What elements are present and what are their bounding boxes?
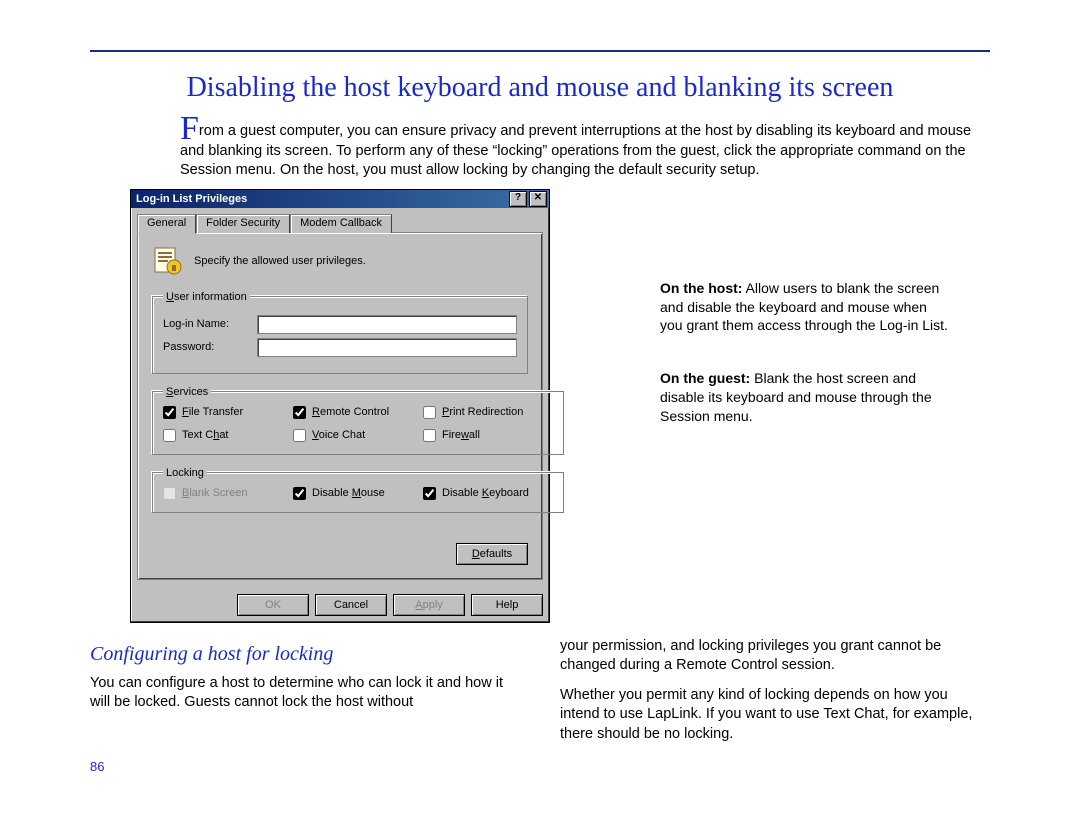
ok-button[interactable]: OK xyxy=(237,594,309,616)
horizontal-rule xyxy=(90,50,990,52)
locking-disable-mouse-checkbox[interactable] xyxy=(293,487,306,500)
tab-folder-security[interactable]: Folder Security xyxy=(196,214,290,233)
password-label: Password: xyxy=(163,341,251,353)
cancel-button[interactable]: Cancel xyxy=(315,594,387,616)
titlebar-text: Log-in List Privileges xyxy=(133,193,247,205)
service-firewall-label: Firewall xyxy=(442,429,480,441)
service-print-redirection-checkbox[interactable] xyxy=(423,406,436,419)
login-list-privileges-dialog: Log-in List Privileges ? ✕ General Folde… xyxy=(130,189,550,623)
service-voice-chat-checkbox[interactable] xyxy=(293,429,306,442)
help-button-bottom[interactable]: Help xyxy=(471,594,543,616)
user-information-group: User information Log-in Name: Password: xyxy=(152,291,528,374)
tab-panel: Specify the allowed user privileges. Use… xyxy=(137,232,543,580)
locking-blank-screen: Blank Screen xyxy=(163,487,293,500)
col-right-p2: Whether you permit any kind of locking d… xyxy=(560,686,990,745)
locking-disable-keyboard-checkbox[interactable] xyxy=(423,487,436,500)
password-input[interactable] xyxy=(257,338,517,357)
defaults-button[interactable]: Defaults xyxy=(456,543,528,565)
service-text-chat-checkbox[interactable] xyxy=(163,429,176,442)
help-button[interactable]: ? xyxy=(509,191,527,207)
titlebar[interactable]: Log-in List Privileges ? ✕ xyxy=(131,190,549,208)
locking-disable-mouse[interactable]: Disable Mouse xyxy=(293,487,423,500)
locking-legend: Locking xyxy=(163,467,207,479)
locking-blank-screen-checkbox xyxy=(163,487,176,500)
services-group: Services File Transfer Text Chat Remote Co… xyxy=(152,386,564,455)
service-text-chat[interactable]: Text Chat xyxy=(163,429,293,442)
service-voice-chat[interactable]: Voice Chat xyxy=(293,429,423,442)
locking-group: Locking Blank Screen Disable Mouse Disable… xyxy=(152,467,564,513)
close-button[interactable]: ✕ xyxy=(529,191,547,207)
annotation-host-bold: On the host: xyxy=(660,280,742,296)
privileges-icon xyxy=(152,245,184,277)
tab-general[interactable]: General xyxy=(137,214,196,234)
service-file-transfer-label: File Transfer xyxy=(182,406,243,418)
tab-modem-callback[interactable]: Modem Callback xyxy=(290,214,392,233)
page-number: 86 xyxy=(90,759,990,774)
user-info-legend: User information xyxy=(163,291,250,303)
tab-strip: General Folder Security Modem Callback xyxy=(137,214,543,233)
service-remote-control[interactable]: Remote Control xyxy=(293,406,423,419)
services-legend: Services xyxy=(163,386,211,398)
intro-text: rom a guest computer, you can ensure pri… xyxy=(180,123,971,178)
dropcap: F xyxy=(180,110,199,147)
locking-disable-keyboard-label: Disable Keyboard xyxy=(442,487,529,499)
locking-disable-keyboard[interactable]: Disable Keyboard xyxy=(423,487,553,500)
service-file-transfer-checkbox[interactable] xyxy=(163,406,176,419)
service-print-redirection-label: Print Redirection xyxy=(442,406,523,418)
apply-button[interactable]: Apply xyxy=(393,594,465,616)
page-title: Disabling the host keyboard and mouse an… xyxy=(90,72,990,104)
login-name-label: Log-in Name: xyxy=(163,318,251,330)
service-text-chat-label: Text Chat xyxy=(182,429,229,441)
annotation-guest-bold: On the guest: xyxy=(660,370,750,386)
col-left-p1: You can configure a host to determine wh… xyxy=(90,674,520,713)
service-firewall[interactable]: Firewall xyxy=(423,429,553,442)
login-name-input[interactable] xyxy=(257,315,517,334)
service-voice-chat-label: Voice Chat xyxy=(312,429,365,441)
locking-disable-mouse-label: Disable Mouse xyxy=(312,487,385,499)
service-remote-control-checkbox[interactable] xyxy=(293,406,306,419)
locking-blank-screen-label: Blank Screen xyxy=(182,487,247,499)
intro-paragraph: From a guest computer, you can ensure pr… xyxy=(180,122,980,181)
spec-text: Specify the allowed user privileges. xyxy=(194,255,366,267)
service-file-transfer[interactable]: File Transfer xyxy=(163,406,293,419)
service-firewall-checkbox[interactable] xyxy=(423,429,436,442)
service-print-redirection[interactable]: Print Redirection xyxy=(423,406,553,419)
col-right-p1: your permission, and locking privileges … xyxy=(560,637,990,676)
service-remote-control-label: Remote Control xyxy=(312,406,389,418)
side-annotations: On the host: Allow users to blank the sc… xyxy=(660,189,990,460)
subheading: Configuring a host for locking xyxy=(90,641,520,668)
